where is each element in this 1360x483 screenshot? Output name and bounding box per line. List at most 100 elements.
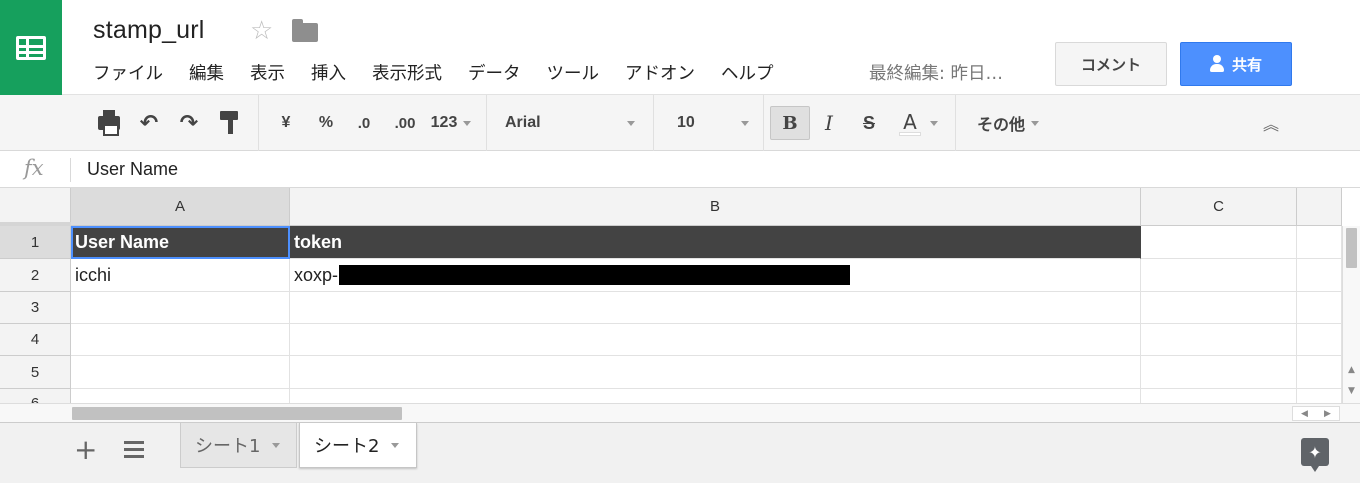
paint-format-icon[interactable] bbox=[218, 109, 244, 137]
collapse-toolbar-icon[interactable]: ︽ bbox=[1258, 109, 1284, 137]
font-family-label: Arial bbox=[505, 114, 541, 131]
number-format-label: 123 bbox=[430, 114, 458, 131]
sheet-tab-label: シート2 bbox=[314, 436, 380, 457]
all-sheets-icon[interactable] bbox=[124, 441, 144, 458]
menu-file[interactable]: ファイル bbox=[93, 60, 163, 85]
cell-a4[interactable] bbox=[71, 324, 290, 356]
percent-format-button[interactable]: % bbox=[315, 109, 337, 137]
cell-a2[interactable]: icchi bbox=[71, 259, 290, 292]
sheets-logo-icon bbox=[16, 35, 46, 60]
menu-help[interactable]: ヘルプ bbox=[721, 60, 774, 85]
cell-a5[interactable] bbox=[71, 356, 290, 389]
text-color-button[interactable]: A bbox=[896, 109, 924, 137]
menu-edit[interactable]: 編集 bbox=[189, 60, 224, 85]
toolbar-divider bbox=[258, 95, 259, 151]
column-header-b[interactable]: B bbox=[290, 188, 1141, 226]
cell-d6[interactable] bbox=[1297, 389, 1342, 403]
text-color-dropdown[interactable] bbox=[929, 109, 939, 137]
cell-d2[interactable] bbox=[1297, 259, 1342, 292]
person-icon bbox=[1209, 55, 1224, 73]
cell-b2[interactable]: xoxp- bbox=[290, 259, 1141, 292]
bold-button[interactable]: B bbox=[770, 106, 810, 140]
cell-d3[interactable] bbox=[1297, 292, 1342, 324]
number-format-dropdown[interactable]: 123 bbox=[428, 109, 474, 137]
font-family-dropdown[interactable]: Arial bbox=[505, 109, 635, 137]
cell-c3[interactable] bbox=[1141, 292, 1297, 324]
vertical-scrollbar[interactable]: ▲ ▼ bbox=[1342, 226, 1360, 403]
increase-decimal-button[interactable]: .00 bbox=[390, 109, 420, 137]
redo-icon[interactable]: ↷ bbox=[175, 109, 203, 137]
last-edit-status[interactable]: 最終編集: 昨日… bbox=[869, 60, 1003, 85]
sheet-tab-1[interactable]: シート1 bbox=[180, 423, 297, 468]
cell-b4[interactable] bbox=[290, 324, 1141, 356]
row-header-1[interactable]: 1 bbox=[0, 226, 71, 259]
menu-tools[interactable]: ツール bbox=[547, 60, 600, 85]
menu-data[interactable]: データ bbox=[468, 60, 521, 85]
currency-format-button[interactable]: ¥ bbox=[276, 109, 296, 137]
column-header-d[interactable] bbox=[1297, 188, 1342, 226]
toolbar-divider bbox=[763, 95, 764, 151]
italic-button[interactable]: I bbox=[818, 109, 840, 137]
more-dropdown[interactable]: その他 bbox=[970, 109, 1046, 137]
menu-insert[interactable]: 挿入 bbox=[311, 60, 346, 85]
toolbar-divider bbox=[486, 95, 487, 151]
cell-d4[interactable] bbox=[1297, 324, 1342, 356]
cell-b6[interactable] bbox=[290, 389, 1141, 403]
formula-divider bbox=[70, 158, 71, 182]
cell-a1[interactable]: User Name bbox=[71, 226, 290, 259]
comment-button[interactable]: コメント bbox=[1055, 42, 1167, 86]
scroll-up-icon[interactable]: ▲ bbox=[1348, 365, 1355, 375]
select-all-corner[interactable] bbox=[0, 188, 71, 226]
cell-c1[interactable] bbox=[1141, 226, 1297, 259]
cell-c4[interactable] bbox=[1141, 324, 1297, 356]
cell-c6[interactable] bbox=[1141, 389, 1297, 403]
decrease-decimal-label: .0 bbox=[357, 114, 371, 132]
formula-input[interactable]: User Name bbox=[87, 159, 178, 180]
cell-d5[interactable] bbox=[1297, 356, 1342, 389]
undo-icon[interactable]: ↶ bbox=[135, 109, 163, 137]
strikethrough-button[interactable]: S bbox=[858, 109, 880, 137]
vertical-scroll-thumb[interactable] bbox=[1346, 228, 1357, 268]
row-header-5[interactable]: 5 bbox=[0, 356, 71, 389]
menu-format[interactable]: 表示形式 bbox=[372, 60, 442, 85]
scroll-left-icon[interactable]: ◀ bbox=[1301, 409, 1308, 419]
share-button[interactable]: 共有 bbox=[1180, 42, 1292, 86]
sheet-tab-2[interactable]: シート2 bbox=[299, 423, 417, 468]
menu-addons[interactable]: アドオン bbox=[625, 60, 695, 85]
increase-decimal-label: .00 bbox=[394, 114, 416, 132]
horizontal-scrollbar[interactable]: ◀ ▶ bbox=[0, 403, 1360, 423]
column-header-c[interactable]: C bbox=[1141, 188, 1297, 226]
explore-icon[interactable]: ✦ bbox=[1301, 438, 1329, 472]
add-sheet-icon[interactable]: + bbox=[74, 433, 97, 466]
folder-icon[interactable] bbox=[292, 19, 318, 42]
cell-c2[interactable] bbox=[1141, 259, 1297, 292]
cell-a3[interactable] bbox=[71, 292, 290, 324]
chevron-down-icon bbox=[1031, 120, 1039, 126]
scroll-right-icon[interactable]: ▶ bbox=[1324, 409, 1331, 419]
font-size-dropdown[interactable]: 10 bbox=[677, 109, 749, 137]
cell-b5[interactable] bbox=[290, 356, 1141, 389]
menu-view[interactable]: 表示 bbox=[250, 60, 285, 85]
sheets-logo[interactable] bbox=[0, 0, 62, 95]
print-icon[interactable] bbox=[95, 109, 123, 137]
row-header-3[interactable]: 3 bbox=[0, 292, 71, 324]
cell-a6[interactable] bbox=[71, 389, 290, 403]
chevron-down-icon[interactable] bbox=[391, 442, 400, 448]
cell-b2-text: xoxp- bbox=[294, 264, 339, 285]
scroll-down-icon[interactable]: ▼ bbox=[1348, 386, 1355, 396]
horizontal-scroll-thumb[interactable] bbox=[72, 407, 402, 420]
spreadsheet-grid: A B C 1 2 3 4 5 6 User Name token icchi … bbox=[0, 188, 1360, 403]
row-header-6[interactable]: 6 bbox=[0, 389, 71, 403]
app-header: stamp_url ☆ ファイル 編集 表示 挿入 表示形式 データ ツール ア… bbox=[0, 0, 1360, 95]
row-header-4[interactable]: 4 bbox=[0, 324, 71, 356]
cell-d1[interactable] bbox=[1297, 226, 1342, 259]
star-icon[interactable]: ☆ bbox=[250, 16, 273, 46]
document-title[interactable]: stamp_url bbox=[93, 16, 205, 45]
decrease-decimal-button[interactable]: .0 bbox=[352, 109, 376, 137]
cell-c5[interactable] bbox=[1141, 356, 1297, 389]
chevron-down-icon[interactable] bbox=[272, 442, 281, 448]
cell-b1[interactable]: token bbox=[290, 226, 1141, 259]
column-header-a[interactable]: A bbox=[71, 188, 290, 226]
cell-b3[interactable] bbox=[290, 292, 1141, 324]
row-header-2[interactable]: 2 bbox=[0, 259, 71, 292]
